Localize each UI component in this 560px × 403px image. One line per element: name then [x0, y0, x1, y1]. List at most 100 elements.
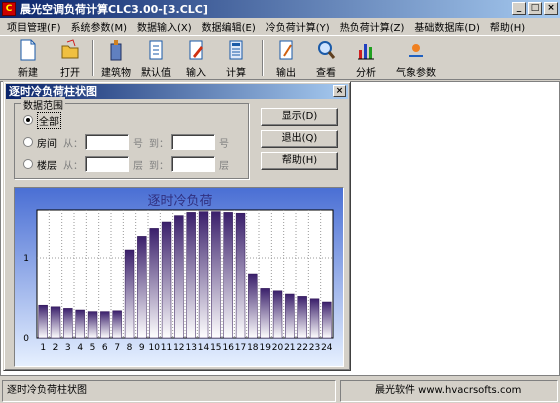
analyze-button[interactable]: 分析: [350, 38, 382, 80]
x-tick-label: 3: [65, 343, 71, 353]
show-button[interactable]: 显示(D): [261, 108, 338, 126]
defaults-button[interactable]: 默认值: [138, 38, 174, 80]
menu-data-input[interactable]: 数据输入(X): [132, 19, 197, 34]
floor-from-input[interactable]: [85, 156, 129, 172]
x-tick-label: 22: [296, 343, 307, 353]
x-tick-label: 11: [161, 343, 172, 353]
floor-to-input[interactable]: [171, 156, 215, 172]
chart-bar-hour-10: [149, 228, 159, 339]
weather-button[interactable]: 气象参数: [390, 38, 442, 80]
app-titlebar: C 晨光空调负荷计算CLC3.00-[3.CLC] _ □ ×: [0, 0, 560, 18]
data-range-group: 数据范围 全部 房间 从： 号 到： 号 楼层 从： 层 到： 层: [14, 97, 249, 179]
menu-database[interactable]: 基础数据库(D): [409, 19, 485, 34]
y-tick-label: 1: [23, 254, 29, 264]
calc-button[interactable]: 计算: [220, 38, 252, 80]
menu-heating-calc[interactable]: 热负荷计算(Z): [335, 19, 410, 34]
x-tick-label: 16: [222, 343, 234, 353]
building-button[interactable]: 建筑物: [98, 38, 134, 80]
chart-bar-hour-23: [309, 298, 320, 339]
chart-bar-hour-21: [285, 293, 295, 339]
chart-bar-hour-19: [260, 288, 270, 339]
edit-pen-icon: [189, 40, 203, 60]
x-tick-label: 12: [173, 343, 184, 353]
dialog-close-button[interactable]: ×: [333, 85, 346, 97]
chart-bar-hour-2: [50, 306, 61, 339]
menu-help[interactable]: 帮助(H): [485, 19, 530, 34]
maximize-button[interactable]: □: [528, 2, 542, 15]
data-range-legend: 数据范围: [21, 97, 65, 112]
radio-room[interactable]: [23, 137, 33, 147]
exit-button[interactable]: 退出(Q): [261, 130, 338, 148]
x-tick-label: 5: [90, 343, 96, 353]
chart-area: 逐时冷负荷 1 2 3 4 5 6 7 8 9 10 11 12 13 14 15 16 17 18 19 20 21 2…: [14, 187, 344, 367]
weather-icon: [409, 44, 423, 57]
chart-bar-hour-15: [211, 211, 221, 339]
x-tick-label: 6: [102, 343, 108, 353]
chart-bar-hour-7: [112, 310, 122, 339]
chart-bar-hour-20: [272, 290, 283, 339]
room-from-input[interactable]: [85, 134, 129, 150]
x-tick-label: 20: [272, 343, 284, 353]
status-company: 晨光软件 www.hvacrsofts.com: [340, 380, 558, 402]
chart-bar-hour-5: [87, 311, 98, 339]
output-button[interactable]: 输出: [270, 38, 302, 80]
calculator-icon: [229, 40, 243, 60]
x-tick-label: 21: [284, 343, 295, 353]
help-button[interactable]: 帮助(H): [261, 152, 338, 170]
x-tick-label: 8: [127, 343, 133, 353]
menu-cooling-calc[interactable]: 冷负荷计算(Y): [261, 19, 335, 34]
x-tick-label: 19: [259, 343, 271, 353]
chart-dialog: 逐时冷负荷柱状图 × 数据范围 全部 房间 从： 号 到： 号 楼层 从： 层 …: [3, 81, 351, 371]
x-tick-label: 4: [77, 343, 83, 353]
chart-bar-hour-3: [63, 308, 73, 339]
x-tick-label: 18: [247, 343, 259, 353]
app-title: 晨光空调负荷计算CLC3.00-[3.CLC]: [20, 3, 208, 16]
x-tick-label: 2: [53, 343, 59, 353]
x-tick-label: 23: [309, 343, 320, 353]
new-button[interactable]: 新建: [10, 38, 46, 80]
close-button[interactable]: ×: [544, 2, 558, 15]
building-icon: [110, 40, 122, 61]
chart-bar-hour-17: [235, 212, 246, 339]
app-icon: C: [2, 2, 16, 16]
input-button[interactable]: 输入: [180, 38, 212, 80]
new-file-icon: [20, 39, 36, 61]
option-room[interactable]: 房间 从： 号 到： 号: [23, 134, 229, 150]
x-tick-label: 24: [321, 343, 333, 353]
chart-bar-hour-11: [161, 221, 172, 339]
output-icon: [279, 40, 293, 60]
menu-system-params[interactable]: 系统参数(M): [66, 19, 132, 34]
x-tick-label: 17: [235, 343, 246, 353]
chart-title: 逐时冷负荷: [147, 194, 212, 209]
view-button[interactable]: 查看: [310, 38, 342, 80]
y-tick-label: 0: [23, 334, 29, 344]
chart-bar-hour-16: [223, 212, 233, 339]
chart-bar-hour-12: [174, 215, 184, 339]
option-floor[interactable]: 楼层 从： 层 到： 层: [23, 156, 229, 172]
open-button[interactable]: 打开: [52, 38, 88, 80]
status-text: 逐时冷负荷柱状图: [2, 380, 336, 402]
chart-bar-hour-1: [38, 304, 48, 339]
x-tick-label: 15: [210, 343, 221, 353]
chart-bar-hour-13: [186, 212, 196, 339]
menu-data-edit[interactable]: 数据编辑(E): [197, 19, 261, 34]
open-folder-icon: [61, 39, 79, 59]
load-bar-chart: 逐时冷负荷 1 2 3 4 5 6 7 8 9 10 11 12 13 14 15 16 17 18 19 20 21 2…: [15, 188, 343, 366]
menu-project[interactable]: 项目管理(F): [2, 19, 66, 34]
toolbar: 新建 打开 建筑物 默认值 输入 计算 输出 查看 分析 气象参数: [0, 35, 560, 80]
chart-bar-hour-8: [124, 249, 135, 339]
document-icon: [149, 40, 163, 60]
chart-bar-hour-24: [322, 301, 332, 339]
room-to-input[interactable]: [171, 134, 215, 150]
chart-bar-hour-6: [100, 311, 110, 339]
minimize-button[interactable]: _: [512, 2, 526, 15]
x-tick-label: 7: [114, 343, 120, 353]
option-all[interactable]: 全部: [23, 111, 61, 129]
chart-bar-hour-4: [75, 309, 85, 339]
x-tick-label: 14: [198, 343, 210, 353]
x-tick-label: 10: [148, 343, 160, 353]
x-tick-label: 9: [139, 343, 145, 353]
chart-bar-hour-9: [137, 236, 147, 339]
radio-floor[interactable]: [23, 159, 33, 169]
radio-all[interactable]: [23, 115, 33, 125]
